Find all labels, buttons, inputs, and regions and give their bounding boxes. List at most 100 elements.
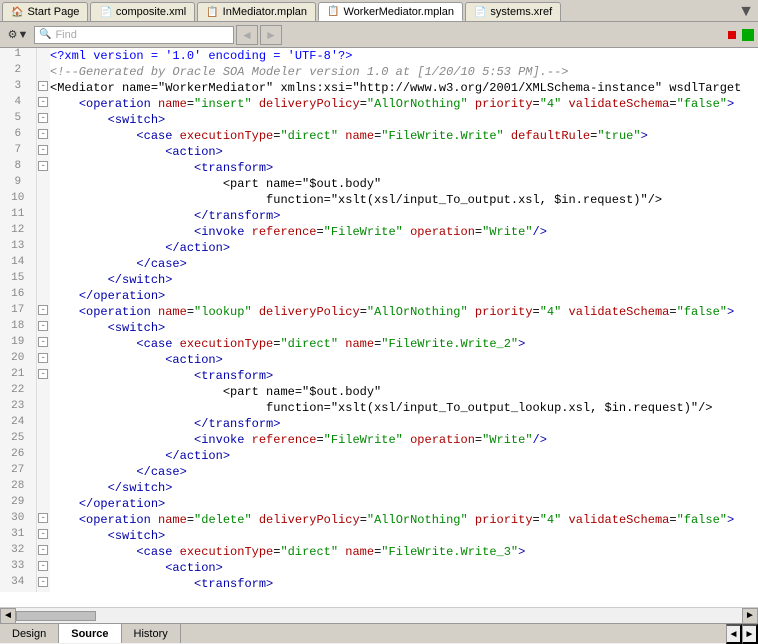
line-number: 3 — [0, 80, 36, 96]
fold-control[interactable]: - — [36, 528, 50, 544]
fold-control[interactable]: - — [36, 576, 50, 592]
fold-control[interactable]: - — [36, 512, 50, 528]
status-red-indicator — [728, 31, 736, 39]
fold-control[interactable]: - — [36, 320, 50, 336]
code-line: <transform> — [50, 576, 758, 592]
tab-start-page[interactable]: 🏠 Start Page — [2, 2, 88, 21]
code-line: </case> — [50, 256, 758, 272]
table-row: 24 </transform> — [0, 416, 758, 432]
fold-control[interactable]: - — [36, 80, 50, 96]
fold-control[interactable]: - — [36, 560, 50, 576]
code-scroll-area[interactable]: 1 <?xml version = '1.0' encoding = 'UTF-8… — [0, 48, 758, 607]
line-number: 25 — [0, 432, 36, 448]
fold-control[interactable]: - — [36, 304, 50, 320]
status-green-indicator — [742, 29, 754, 41]
table-row: 16 </operation> — [0, 288, 758, 304]
line-number: 20 — [0, 352, 36, 368]
line-number: 15 — [0, 272, 36, 288]
table-row: 29 </operation> — [0, 496, 758, 512]
table-row: 32- <case executionType="direct" name="F… — [0, 544, 758, 560]
line-number: 31 — [0, 528, 36, 544]
fold-control[interactable]: - — [36, 544, 50, 560]
fold-control — [36, 432, 50, 448]
line-number: 5 — [0, 112, 36, 128]
code-line: </switch> — [50, 272, 758, 288]
table-row: 30- <operation name="delete" deliveryPol… — [0, 512, 758, 528]
fold-control[interactable]: - — [36, 160, 50, 176]
table-row: 20- <action> — [0, 352, 758, 368]
fold-control[interactable]: - — [36, 96, 50, 112]
table-row: 6- <case executionType="direct" name="Fi… — [0, 128, 758, 144]
fold-control — [36, 176, 50, 192]
fold-control — [36, 208, 50, 224]
line-number: 24 — [0, 416, 36, 432]
line-number: 8 — [0, 160, 36, 176]
code-line: <switch> — [50, 320, 758, 336]
bottom-tab-history[interactable]: History — [122, 624, 181, 643]
h-scroll-left[interactable]: ◄ — [0, 608, 16, 624]
fold-control — [36, 64, 50, 80]
bottom-tab-source[interactable]: Source — [59, 624, 121, 643]
code-line: <transform> — [50, 160, 758, 176]
workermediator-icon: 📋 — [327, 6, 339, 17]
toolbar-dropdown-button[interactable]: ⚙▼ — [4, 25, 32, 45]
code-line: <!--Generated by Oracle SOA Modeler vers… — [50, 64, 758, 80]
line-number: 32 — [0, 544, 36, 560]
tab-inmediator[interactable]: 📋 InMediator.mplan — [197, 2, 316, 21]
code-line: </action> — [50, 448, 758, 464]
line-number: 12 — [0, 224, 36, 240]
tab-composite[interactable]: 📄 composite.xml — [90, 2, 195, 21]
table-row: 25 <invoke reference="FileWrite" operati… — [0, 432, 758, 448]
table-row: 1 <?xml version = '1.0' encoding = 'UTF-8… — [0, 48, 758, 64]
bottom-status — [181, 624, 726, 643]
line-number: 19 — [0, 336, 36, 352]
fold-control — [36, 240, 50, 256]
fold-control — [36, 416, 50, 432]
back-button[interactable]: ◄ — [236, 25, 258, 45]
start-page-icon: 🏠 — [11, 7, 23, 18]
h-scroll-track[interactable] — [16, 611, 742, 621]
line-number: 9 — [0, 176, 36, 192]
line-number: 10 — [0, 192, 36, 208]
line-number: 21 — [0, 368, 36, 384]
fold-control[interactable]: - — [36, 144, 50, 160]
line-number: 1 — [0, 48, 36, 64]
code-line: <switch> — [50, 528, 758, 544]
code-line: </operation> — [50, 496, 758, 512]
code-line: <part name="$out.body" — [50, 384, 758, 400]
table-row: 27 </case> — [0, 464, 758, 480]
find-field[interactable]: 🔍 Find — [34, 26, 234, 44]
table-row: 5- <switch> — [0, 112, 758, 128]
code-line: <invoke reference="FileWrite" operation=… — [50, 224, 758, 240]
fold-control[interactable]: - — [36, 112, 50, 128]
tab-overflow-button[interactable]: ▼ — [734, 2, 758, 21]
table-row: 3-<Mediator name="WorkerMediator" xmlns:… — [0, 80, 758, 96]
fold-control[interactable]: - — [36, 128, 50, 144]
table-row: 19- <case executionType="direct" name="F… — [0, 336, 758, 352]
h-scroll-thumb[interactable] — [16, 611, 96, 621]
table-row: 11 </transform> — [0, 208, 758, 224]
h-scroll-right[interactable]: ► — [742, 608, 758, 624]
fold-control[interactable]: - — [36, 352, 50, 368]
code-line: <?xml version = '1.0' encoding = 'UTF-8'… — [50, 48, 758, 64]
fold-control[interactable]: - — [36, 336, 50, 352]
code-line: </operation> — [50, 288, 758, 304]
tab-workermediator[interactable]: 📋 WorkerMediator.mplan — [318, 2, 463, 21]
bottom-tab-design[interactable]: Design — [0, 624, 59, 643]
fold-control — [36, 480, 50, 496]
code-table: 1 <?xml version = '1.0' encoding = 'UTF-8… — [0, 48, 758, 592]
code-line: <invoke reference="FileWrite" operation=… — [50, 432, 758, 448]
table-row: 21- <transform> — [0, 368, 758, 384]
fold-control — [36, 400, 50, 416]
fold-control[interactable]: - — [36, 368, 50, 384]
fold-control — [36, 496, 50, 512]
tab-systems[interactable]: 📄 systems.xref — [465, 2, 561, 21]
bottom-scroll-right[interactable]: ► — [742, 624, 758, 644]
toolbar: ⚙▼ 🔍 Find ◄ ► — [0, 22, 758, 48]
code-line: </switch> — [50, 480, 758, 496]
code-line: <case executionType="direct" name="FileW… — [50, 544, 758, 560]
code-line: <part name="$out.body" — [50, 176, 758, 192]
bottom-scroll-left[interactable]: ◄ — [726, 624, 742, 644]
forward-button[interactable]: ► — [260, 25, 282, 45]
horizontal-scrollbar[interactable]: ◄ ► — [0, 607, 758, 623]
